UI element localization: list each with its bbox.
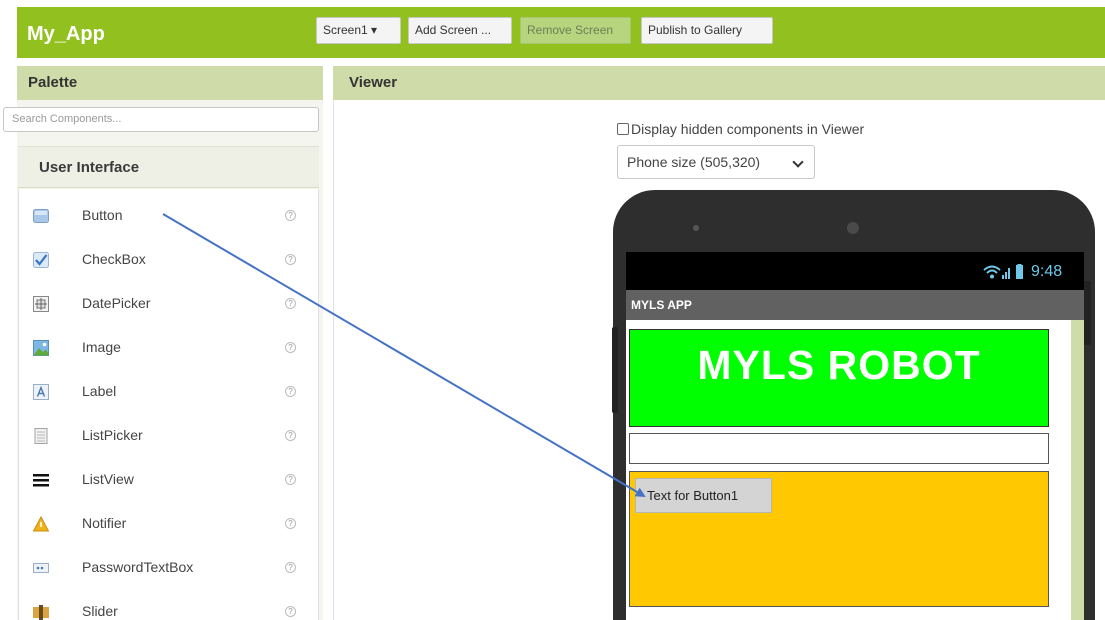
app-inventor-designer: My_App Screen1 ▾ Add Screen ... Remove S…	[0, 0, 1105, 620]
drag-arrow	[162, 213, 646, 498]
drag-arrow-overlay	[162, 213, 646, 498]
